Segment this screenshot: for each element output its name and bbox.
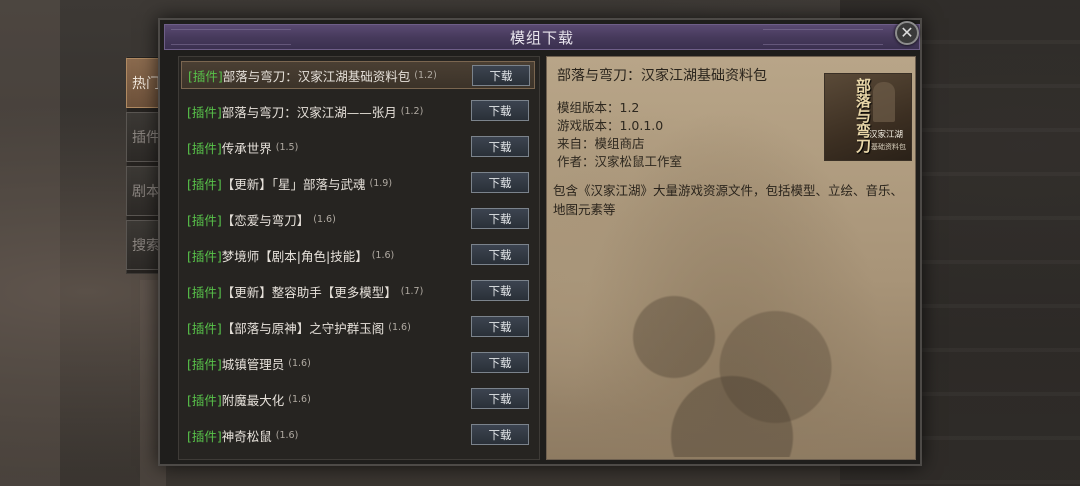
- download-button[interactable]: 下载: [471, 316, 529, 337]
- list-item[interactable]: [插件] 部落与弯刀：汉家江湖基础资料包 (1.2) 下载: [181, 61, 535, 89]
- mod-name: 【部落与原神】之守护群玉阁: [221, 320, 385, 336]
- mod-name: 梦境师【剧本|角色|技能】: [221, 248, 368, 264]
- list-item[interactable]: [插件] 传承世界 (1.5) 下载: [181, 133, 535, 161]
- plugin-tag: [插件]: [187, 392, 222, 408]
- list-item[interactable]: [插件] 附魔最大化 (1.6) 下载: [181, 385, 535, 413]
- dialog-title: 模组下载: [509, 28, 574, 47]
- mod-version: (1.5): [275, 141, 299, 153]
- thumbnail-subtitle: 汉家江湖: [869, 130, 904, 140]
- download-button[interactable]: 下载: [471, 388, 529, 409]
- mod-version: (1.2): [414, 69, 437, 81]
- mod-thumbnail: 部落与弯刀 汉家江湖 基础资料包: [824, 73, 912, 161]
- download-button[interactable]: 下载: [471, 244, 529, 265]
- detail-game-version: 游戏版本：1.0.1.0: [557, 118, 664, 133]
- mod-name: 【更新】「星」部落与武魂: [221, 176, 366, 192]
- background-pillar: [0, 0, 60, 486]
- download-button[interactable]: 下载: [472, 65, 530, 86]
- mod-version: (1.7): [400, 285, 424, 297]
- list-item[interactable]: [插件] 神奇松鼠 (1.6) 下载: [181, 421, 535, 449]
- mod-version: (1.6): [288, 357, 311, 369]
- list-item[interactable]: [插件] 部落与弯刀：汉家江湖——张月 (1.2) 下载: [181, 97, 535, 125]
- mod-version: (1.2): [400, 105, 424, 117]
- plugin-tag: [插件]: [187, 284, 222, 300]
- mod-name: 【更新】整容助手【更多模型】: [221, 284, 397, 300]
- parchment-artwork: [587, 257, 877, 457]
- close-icon[interactable]: ✕: [895, 21, 919, 45]
- detail-author: 作者：汉家松鼠工作室: [557, 154, 683, 169]
- download-button[interactable]: 下载: [471, 280, 529, 301]
- plugin-tag: [插件]: [187, 140, 222, 156]
- list-item[interactable]: [插件] 【部落与原神】之守护群玉阁 (1.6) 下载: [181, 313, 535, 341]
- mod-name: 传承世界: [221, 140, 272, 156]
- mod-version: (1.6): [313, 213, 336, 225]
- mod-version: (1.9): [369, 177, 393, 189]
- thumbnail-title: 部落与弯刀: [854, 78, 872, 153]
- download-button[interactable]: 下载: [471, 424, 529, 445]
- mod-detail-panel: 部落与弯刀：汉家江湖基础资料包 模组版本：1.2 游戏版本：1.0.1.0 来自…: [546, 56, 916, 460]
- plugin-tag: [插件]: [187, 428, 222, 444]
- thumbnail-figure: [873, 82, 895, 122]
- plugin-tag: [插件]: [187, 176, 222, 192]
- mod-version: (1.6): [275, 429, 299, 441]
- download-button[interactable]: 下载: [471, 100, 529, 121]
- plugin-tag: [插件]: [187, 104, 222, 120]
- mod-name: 附魔最大化: [221, 392, 285, 408]
- plugin-tag: [插件]: [188, 68, 223, 84]
- list-item[interactable]: [插件] 城镇管理员 (1.6) 下载: [181, 349, 535, 377]
- plugin-tag: [插件]: [187, 356, 222, 372]
- detail-source: 来自：模组商店: [557, 136, 645, 151]
- detail-description: 包含《汉家江湖》大量游戏资源文件，包括模型、立绘、音乐、地图元素等: [553, 183, 904, 217]
- title-ornament-right: [763, 29, 883, 45]
- download-button[interactable]: 下载: [471, 208, 529, 229]
- mod-version: (1.6): [288, 393, 311, 405]
- download-button[interactable]: 下载: [471, 352, 529, 373]
- list-item[interactable]: [插件] 【恋爱与弯刀】 (1.6) 下载: [181, 205, 535, 233]
- mod-name: 城镇管理员: [221, 356, 285, 372]
- mod-version: (1.6): [388, 321, 411, 333]
- download-button[interactable]: 下载: [471, 172, 529, 193]
- dialog-titlebar: 模组下载: [164, 24, 920, 50]
- list-item[interactable]: [插件] 【更新】「星」部落与武魂 (1.9) 下载: [181, 169, 535, 197]
- mod-list: [插件] 部落与弯刀：汉家江湖基础资料包 (1.2) 下载 [插件] 部落与弯刀…: [178, 56, 540, 460]
- thumbnail-caption: 基础资料包: [871, 143, 906, 151]
- detail-title: 部落与弯刀：汉家江湖基础资料包: [557, 68, 767, 84]
- download-button[interactable]: 下载: [471, 136, 529, 157]
- mod-name: 【恋爱与弯刀】: [221, 212, 310, 228]
- plugin-tag: [插件]: [187, 320, 222, 336]
- mod-version: (1.6): [371, 249, 395, 261]
- mod-name: 神奇松鼠: [221, 428, 272, 444]
- title-ornament-left: [171, 29, 291, 45]
- list-item[interactable]: [插件] 梦境师【剧本|角色|技能】 (1.6) 下载: [181, 241, 535, 269]
- plugin-tag: [插件]: [187, 248, 222, 264]
- list-item[interactable]: [插件] 【更新】整容助手【更多模型】 (1.7) 下载: [181, 277, 535, 305]
- detail-mod-version: 模组版本：1.2: [557, 100, 640, 115]
- mod-name: 部落与弯刀：汉家江湖基础资料包: [222, 68, 411, 84]
- plugin-tag: [插件]: [187, 212, 222, 228]
- mod-name: 部落与弯刀：汉家江湖——张月: [221, 104, 397, 120]
